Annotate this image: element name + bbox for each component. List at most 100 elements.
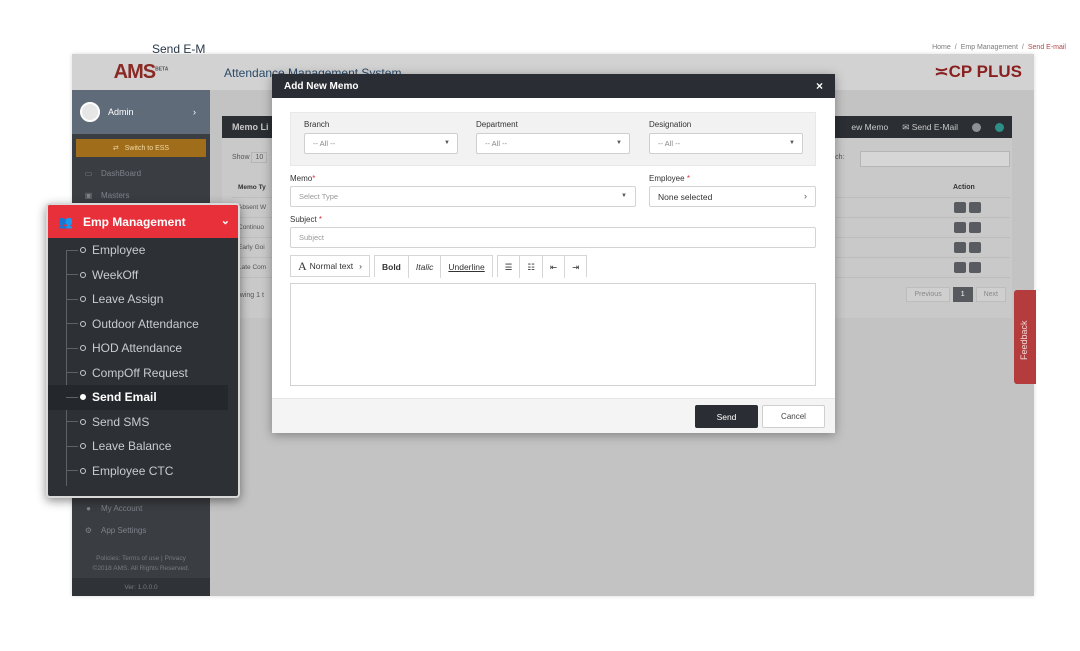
submenu-item-employee-ctc[interactable]: Employee CTC [48,459,238,484]
cancel-button[interactable]: Cancel [762,405,825,428]
sidebar-item-my-account[interactable]: ● My Account [72,497,210,519]
submenu-item-hod-attendance[interactable]: HOD Attendance [48,336,238,361]
sidebar-item-dashboard[interactable]: ▭ DashBoard [72,162,210,184]
unordered-list-icon[interactable]: ☰ [497,256,521,278]
designation-value: -- All -- [658,139,681,148]
branch-value: -- All -- [313,139,336,148]
required-mark: * [312,174,316,183]
italic-button[interactable]: Italic [408,256,442,278]
submenu-item-leave-balance[interactable]: Leave Balance [48,434,238,459]
employee-value: None selected [658,191,713,202]
view-icon[interactable] [969,202,981,213]
submenu-item-outdoor-attendance[interactable]: Outdoor Attendance [48,312,238,337]
laptop-icon: ▭ [84,168,93,178]
close-icon[interactable]: × [816,79,823,93]
subject-label: Subject * [290,215,322,224]
breadcrumb-home[interactable]: Home [932,44,951,51]
submenu-label: Employee [92,243,146,258]
row-memo-type: Early Goi [238,244,265,251]
previous-page-button[interactable]: Previous [906,287,950,302]
feedback-tab[interactable]: Feedback [1014,290,1036,384]
settings-icon[interactable] [995,122,1004,132]
bullet-icon [80,247,86,254]
terms-link[interactable]: Terms of use [122,555,159,562]
chevron-right-icon: › [804,191,807,201]
sidebar-item-label: DashBoard [101,168,142,178]
bullet-icon [80,271,86,278]
branch-select[interactable]: -- All -- ▼ [304,133,458,154]
ordered-list-icon[interactable]: ☷ [520,256,543,278]
logo-text: AMS [113,60,156,83]
users-icon: 👥 [58,214,73,229]
view-icon[interactable] [969,262,981,273]
privacy-link[interactable]: Privacy [165,555,186,562]
submenu-label: Outdoor Attendance [92,316,199,331]
page-size-select[interactable]: 10 [251,152,268,163]
chevron-down-icon: ⌄ [220,215,230,227]
submenu-item-leave-assign[interactable]: Leave Assign [48,287,238,312]
text-style-group: Bold Italic Underline [373,255,493,278]
submenu-item-compoff-request[interactable]: CompOff Request [48,361,238,386]
view-icon[interactable] [969,222,981,233]
edit-icon[interactable] [954,202,966,213]
outdent-icon[interactable]: ⇤ [543,256,566,278]
submenu-item-employee[interactable]: Employee [48,238,238,263]
avatar [80,102,100,122]
memo-body-editor[interactable] [290,283,816,386]
new-memo-button[interactable]: ew Memo [851,122,888,132]
designation-label: Designation [649,120,692,129]
submenu-label: Leave Assign [92,292,164,307]
current-page-button[interactable]: 1 [952,287,973,302]
sidebar-item-label: App Settings [101,525,147,535]
memo-label-text: Memo [290,174,313,183]
emp-submenu: Employee WeekOff Leave Assign Outdoor At… [48,238,238,486]
designation-select[interactable]: -- All -- ▼ [649,133,803,154]
user-name: Admin [108,107,134,117]
view-icon[interactable] [969,242,981,253]
switch-to-ess-button[interactable]: ⇄ Switch to ESS [76,139,206,157]
required-mark: * [686,174,690,183]
employee-label-text: Employee [649,174,685,183]
department-label: Department [476,120,518,129]
edit-icon[interactable] [954,222,966,233]
memo-type-select[interactable]: Select Type ▼ [290,186,636,207]
search-input[interactable] [860,151,1010,167]
bold-button[interactable]: Bold [374,256,409,278]
department-select[interactable]: -- All -- ▼ [476,133,630,154]
employee-multiselect[interactable]: None selected › [649,186,816,207]
user-profile[interactable]: Admin › [72,90,210,134]
list-group: ☰ ☷ ⇤ ⇥ [496,255,588,278]
pagination: Previous 1 Next [906,287,1006,302]
edit-icon[interactable] [954,262,966,273]
submenu-item-send-email[interactable]: Send Email [48,385,228,410]
column-memo-type[interactable]: Memo Ty [238,184,266,191]
bullet-icon [80,320,86,327]
send-button[interactable]: Send [695,405,758,428]
modal-title: Add New Memo [284,80,359,92]
refresh-icon[interactable] [972,122,981,132]
editor-toolbar: A Normal text › Bold Italic Underline ☰ … [290,255,588,278]
app-logo[interactable]: AMSBETA [114,61,169,84]
indent-icon[interactable]: ⇥ [565,256,587,278]
version: Ver: 1.0.0.0 [72,578,210,596]
add-memo-modal: Add New Memo × Branch -- All -- ▼ Depart… [272,74,835,433]
sidebar-item-app-settings[interactable]: ⚙ App Settings [72,519,210,541]
shuffle-icon: ⇄ [112,145,119,152]
chevron-right-icon: › [359,261,362,271]
submenu-item-send-sms[interactable]: Send SMS [48,410,238,435]
next-page-button[interactable]: Next [975,287,1006,302]
feedback-label: Feedback [1019,320,1029,360]
modal-footer: Send Cancel [272,398,835,433]
send-email-button[interactable]: ✉ Send E-Mail [902,122,958,133]
subject-input[interactable]: Subject [290,227,816,248]
submenu-label: HOD Attendance [92,341,183,356]
caret-down-icon: ▼ [616,140,622,146]
memo-type-placeholder: Select Type [299,192,339,201]
copyright: ©2018 AMS. All Rights Reserved. [92,565,190,572]
text-format-dropdown[interactable]: A Normal text › [290,255,370,277]
edit-icon[interactable] [954,242,966,253]
submenu-item-weekoff[interactable]: WeekOff [48,263,238,288]
emp-management-header[interactable]: 👥 Emp Management ⌄ [48,205,238,238]
breadcrumb-emp-management[interactable]: Emp Management [961,44,1018,51]
underline-button[interactable]: Underline [441,256,492,278]
